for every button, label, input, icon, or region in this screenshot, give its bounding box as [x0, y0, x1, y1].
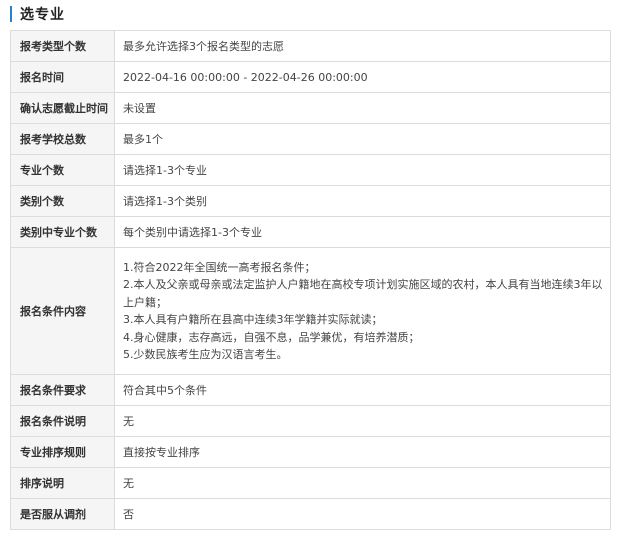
row-label: 报考学校总数: [10, 123, 115, 155]
table-row: 类别中专业个数 每个类别中请选择1-3个专业: [10, 216, 611, 248]
table-row: 报考类型个数 最多允许选择3个报名类型的志愿: [10, 30, 611, 62]
row-label: 类别中专业个数: [10, 216, 115, 248]
row-value: 每个类别中请选择1-3个专业: [114, 216, 611, 248]
row-label: 报考类型个数: [10, 30, 115, 62]
row-value: 符合其中5个条件: [114, 374, 611, 406]
row-value: 2022-04-16 00:00:00 - 2022-04-26 00:00:0…: [114, 61, 611, 93]
condition-item: 5.少数民族考生应为汉语言考生。: [123, 348, 288, 361]
row-value: 请选择1-3个类别: [114, 185, 611, 217]
row-label: 类别个数: [10, 185, 115, 217]
section-title: 选专业: [20, 7, 65, 23]
table-row: 类别个数 请选择1-3个类别: [10, 185, 611, 217]
row-label: 确认志愿截止时间: [10, 92, 115, 124]
table-row: 报名条件要求 符合其中5个条件: [10, 374, 611, 406]
row-value: 最多允许选择3个报名类型的志愿: [114, 30, 611, 62]
registration-info-table: 报考类型个数 最多允许选择3个报名类型的志愿 报名时间 2022-04-16 0…: [10, 30, 611, 530]
condition-item: 4.身心健康，志存高远，自强不息，品学兼优，有培养潜质；: [123, 330, 420, 344]
table-row: 报名条件说明 无: [10, 405, 611, 437]
row-label: 报名条件要求: [10, 374, 115, 406]
row-value: 未设置: [114, 92, 611, 124]
row-value: 最多1个: [114, 123, 611, 155]
condition-item: 2.本人及父亲或母亲或法定监护人户籍地在高校专项计划实施区域的农村，本人具有当地…: [123, 278, 603, 309]
row-label: 是否服从调剂: [10, 498, 115, 530]
table-row: 是否服从调剂 否: [10, 498, 611, 530]
row-label: 报名条件内容: [10, 247, 115, 375]
row-label: 排序说明: [10, 467, 115, 499]
condition-item: 3.本人具有户籍所在县高中连续3年学籍并实际就读；: [123, 313, 383, 326]
table-row: 专业排序规则 直接按专业排序: [10, 436, 611, 468]
row-label: 报名条件说明: [10, 405, 115, 437]
section-accent-bar: [10, 6, 12, 22]
table-row: 确认志愿截止时间 未设置: [10, 92, 611, 124]
table-row: 报名条件内容 1.符合2022年全国统一高考报名条件； 2.本人及父亲或母亲或法…: [10, 247, 611, 375]
table-row: 排序说明 无: [10, 467, 611, 499]
conditions-list: 1.符合2022年全国统一高考报名条件； 2.本人及父亲或母亲或法定监护人户籍地…: [114, 247, 611, 375]
row-value: 无: [114, 405, 611, 437]
row-value: 直接按专业排序: [114, 436, 611, 468]
row-value: 请选择1-3个专业: [114, 154, 611, 186]
row-label: 报名时间: [10, 61, 115, 93]
row-value: 否: [114, 498, 611, 530]
section-header: 选专业: [10, 3, 65, 25]
row-label: 专业排序规则: [10, 436, 115, 468]
table-row: 报名时间 2022-04-16 00:00:00 - 2022-04-26 00…: [10, 61, 611, 93]
row-value: 无: [114, 467, 611, 499]
row-label: 专业个数: [10, 154, 115, 186]
condition-item: 1.符合2022年全国统一高考报名条件；: [123, 260, 316, 274]
table-row: 报考学校总数 最多1个: [10, 123, 611, 155]
table-row: 专业个数 请选择1-3个专业: [10, 154, 611, 186]
